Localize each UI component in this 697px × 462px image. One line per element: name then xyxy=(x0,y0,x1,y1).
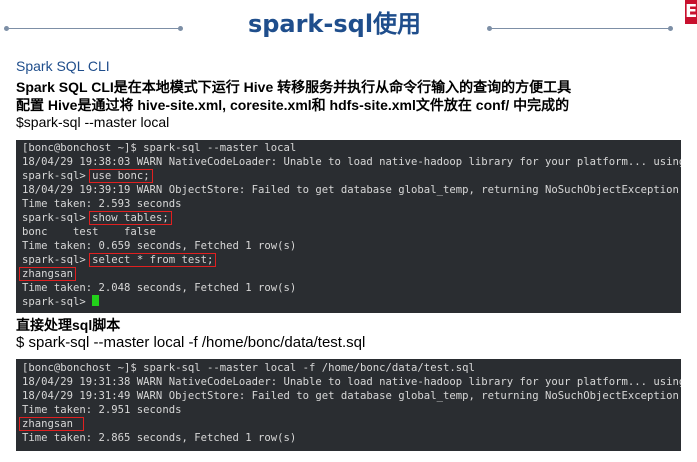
terminal-line: Time taken: 2.593 seconds xyxy=(22,198,182,210)
highlighted-command: select * from test; xyxy=(89,253,217,267)
terminal-prompt: spark-sql> xyxy=(22,170,93,182)
section-heading: 直接处理sql脚本 xyxy=(16,317,121,333)
header-rule-right xyxy=(490,28,670,29)
brand-logo: E xyxy=(685,0,697,24)
description-line-2: 配置 Hive是通过将 hive-site.xml, coresite.xml和… xyxy=(16,97,570,113)
terminal-line: 18/04/29 19:31:49 WARN ObjectStore: Fail… xyxy=(22,390,679,402)
description-line-1: Spark SQL CLI是在本地模式下运行 Hive 转移服务并执行从命令行输… xyxy=(16,79,572,95)
terminal-line: spark-sql> use bonc; xyxy=(22,169,153,183)
command-example-2: $ spark-sql --master local -f /home/bonc… xyxy=(16,334,366,351)
highlighted-command: use bonc; xyxy=(89,169,153,183)
terminal-line: spark-sql> select * from test; xyxy=(22,253,217,267)
terminal-line: 18/04/29 19:31:38 WARN NativeCodeLoader:… xyxy=(22,376,681,388)
highlighted-result: zhangsan xyxy=(19,417,85,431)
terminal-line: zhangsan xyxy=(19,417,85,431)
terminal-line: 18/04/29 19:39:19 WARN ObjectStore: Fail… xyxy=(22,184,679,196)
highlighted-result: zhangsan xyxy=(19,267,77,281)
terminal-line: 18/04/29 19:38:03 WARN NativeCodeLoader:… xyxy=(22,156,681,168)
terminal-line: zhangsan xyxy=(19,267,77,281)
terminal-line: spark-sql> xyxy=(22,295,100,309)
terminal-line: bonc test false xyxy=(22,226,156,238)
command-example-1: $spark-sql --master local xyxy=(16,114,170,130)
terminal-prompt: spark-sql> xyxy=(22,212,93,224)
terminal-line: Time taken: 2.951 seconds xyxy=(22,404,182,416)
terminal-cursor xyxy=(92,295,100,306)
terminal-line: [bonc@bonchost ~]$ spark-sql --master lo… xyxy=(22,362,475,374)
terminal-line: [bonc@bonchost ~]$ spark-sql --master lo… xyxy=(22,142,297,154)
terminal-line: Time taken: 2.048 seconds, Fetched 1 row… xyxy=(22,282,297,294)
terminal-screenshot-2: [bonc@bonchost ~]$ spark-sql --master lo… xyxy=(16,359,681,451)
slide-title: spark-sql使用 xyxy=(247,10,422,38)
terminal-line: spark-sql> show tables; xyxy=(22,211,172,225)
terminal-screenshot-1: [bonc@bonchost ~]$ spark-sql --master lo… xyxy=(16,140,681,313)
terminal-line: Time taken: 0.659 seconds, Fetched 1 row… xyxy=(22,240,297,252)
terminal-prompt: spark-sql> xyxy=(22,254,93,266)
section-subtitle: Spark SQL CLI xyxy=(16,58,110,74)
highlighted-command: show tables; xyxy=(89,211,172,225)
terminal-line: Time taken: 2.865 seconds, Fetched 1 row… xyxy=(22,432,297,444)
terminal-prompt: spark-sql> xyxy=(22,296,93,308)
header-rule-dot xyxy=(668,26,673,31)
